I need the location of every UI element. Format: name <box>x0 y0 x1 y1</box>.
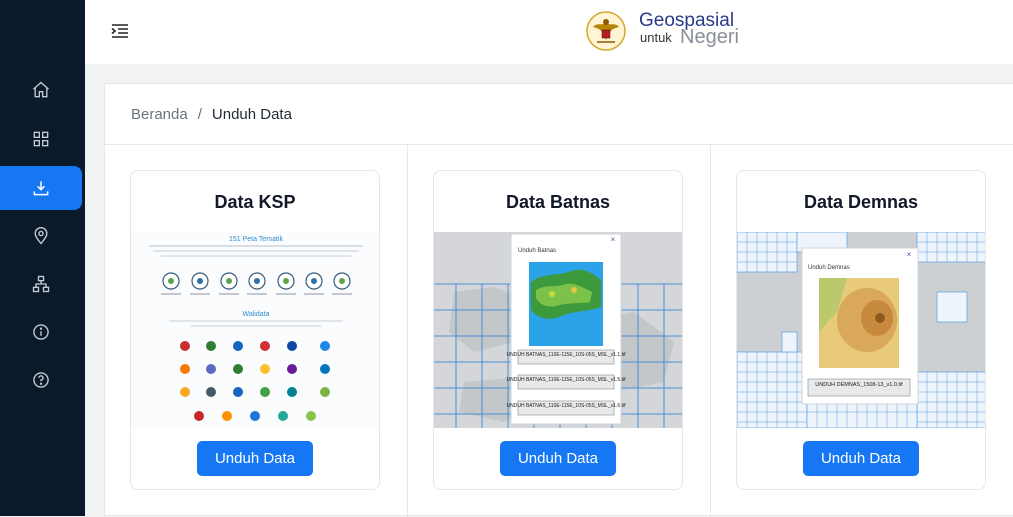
menu-collapse-icon <box>111 24 128 38</box>
logo-untuk: untuk <box>640 30 672 45</box>
card-title: Data KSP <box>214 192 296 212</box>
demnas-preview-image: Unduh Demnas × UNDUH DEMNAS_1508-13_v1.0… <box>737 232 985 428</box>
card-title: Data Demnas <box>803 192 919 212</box>
sitemap-icon <box>32 275 50 293</box>
batnas-file-1[interactable]: UNDUH BATNAS_110E-115E_10S-05S_MSL_v1.1.… <box>507 352 627 358</box>
card-column-batnas: Data Batnas Unduh Batnas × UNDUH BATNAS_… <box>408 145 711 517</box>
batnas-popup-title: Unduh Batnas <box>518 248 556 254</box>
nav-download[interactable] <box>0 166 82 210</box>
card-column-demnas: Data Demnas Unduh Demnas × UNDUH DEMNAS_… <box>711 145 1013 517</box>
breadcrumb-separator: / <box>197 106 202 123</box>
ksp-preview-heading: 151 Peta Tematik <box>229 236 283 243</box>
nav-sitemap[interactable] <box>0 262 82 306</box>
download-button-demnas[interactable]: Unduh Data <box>803 441 919 476</box>
top-bar: Geospasial untuk Negeri <box>85 0 1013 64</box>
ksp-preview-image: 151 Peta Tematik Walidata <box>131 232 379 428</box>
breadcrumb: Beranda / Unduh Data <box>131 106 292 123</box>
ksp-preview-section: Walidata <box>243 311 270 318</box>
card-ksp: Data KSP 151 Peta Tematik Walidata Unduh… <box>130 170 380 490</box>
sidebar <box>0 0 85 516</box>
menu-toggle-button[interactable] <box>109 20 131 42</box>
download-icon <box>33 181 49 196</box>
home-icon <box>33 81 49 98</box>
close-icon[interactable]: × <box>907 250 912 259</box>
breadcrumb-home[interactable]: Beranda <box>131 106 188 123</box>
info-icon <box>33 324 49 340</box>
download-button-batnas[interactable]: Unduh Data <box>500 441 616 476</box>
nav-home[interactable] <box>0 68 82 112</box>
card-demnas: Data Demnas Unduh Demnas × UNDUH DEMNAS_… <box>736 170 986 490</box>
map-pin-icon <box>34 227 48 245</box>
batnas-file-2[interactable]: UNDUH BATNAS_110E-115E_10S-05S_MSL_v1.5.… <box>507 377 627 383</box>
help-icon <box>33 372 49 388</box>
content-panel: Beranda / Unduh Data Data KSP 151 Peta T… <box>104 83 1013 517</box>
card-batnas: Data Batnas Unduh Batnas × UNDUH BATNAS_… <box>433 170 683 490</box>
nav-grid[interactable] <box>0 117 82 161</box>
batnas-preview-image: Unduh Batnas × UNDUH BATNAS_110E-115E_10… <box>434 232 682 428</box>
nav-map[interactable] <box>0 214 82 258</box>
logo[interactable]: Geospasial untuk Negeri <box>583 8 753 56</box>
garuda-emblem-icon <box>586 11 626 51</box>
demnas-file-1[interactable]: UNDUH DEMNAS_1508-13_v1.0.tif <box>815 382 903 388</box>
breadcrumb-current: Unduh Data <box>211 106 292 123</box>
grid-icon <box>33 131 49 147</box>
close-icon[interactable]: × <box>611 235 616 244</box>
logo-negeri: Negeri <box>680 26 739 48</box>
card-title: Data Batnas <box>505 192 611 212</box>
nav-help[interactable] <box>0 358 82 402</box>
card-column-ksp: Data KSP 151 Peta Tematik Walidata Unduh… <box>105 145 408 517</box>
demnas-popup-title: Unduh Demnas <box>808 265 850 271</box>
nav-info[interactable] <box>0 310 82 354</box>
download-button-ksp[interactable]: Unduh Data <box>197 441 313 476</box>
batnas-file-3[interactable]: UNDUH BATNAS_110E-115E_10S-05S_MSL_v1.6.… <box>507 403 627 409</box>
